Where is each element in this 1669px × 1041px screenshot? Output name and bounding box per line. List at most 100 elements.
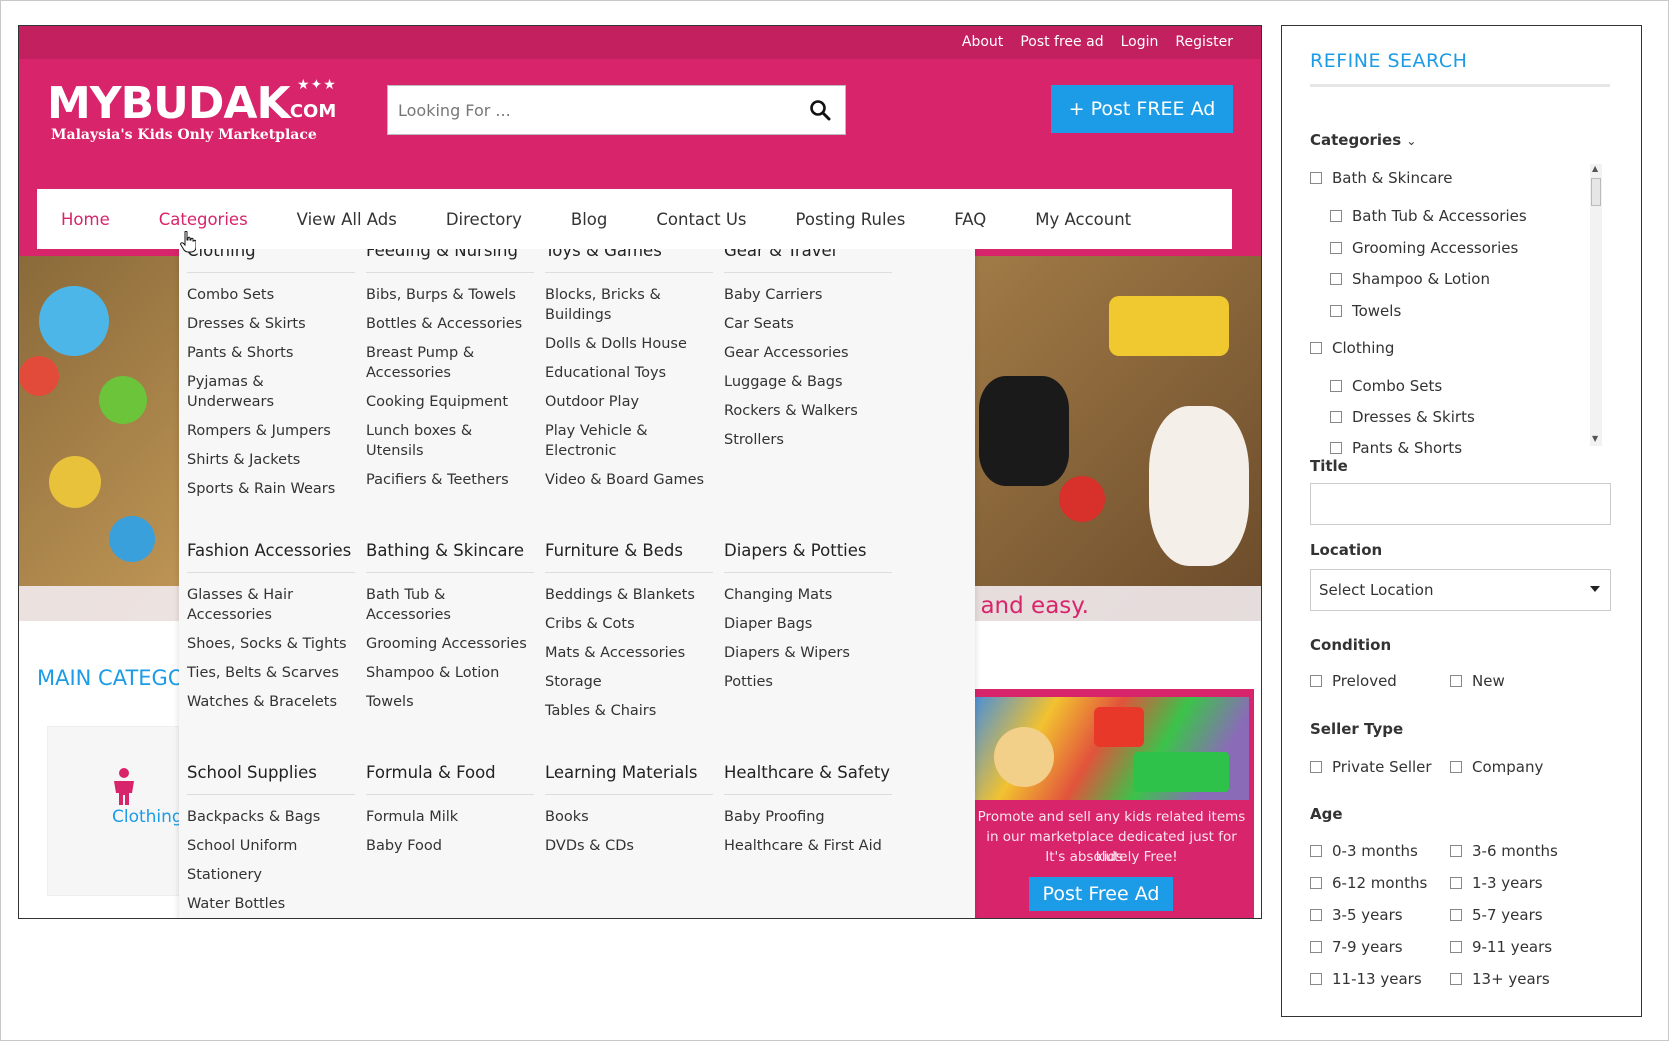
menu-item[interactable]: Pacifiers & Teethers	[366, 470, 534, 490]
title-input[interactable]	[1310, 483, 1611, 525]
search-input[interactable]	[388, 86, 788, 134]
checkbox[interactable]	[1450, 973, 1462, 985]
menu-item[interactable]: Play Vehicle & Electronic	[545, 421, 713, 461]
checkbox[interactable]	[1310, 172, 1322, 184]
search-icon[interactable]	[809, 99, 831, 121]
top-link-login[interactable]: Login	[1121, 34, 1159, 50]
menu-item[interactable]: DVDs & CDs	[545, 836, 713, 856]
menu-heading[interactable]: Learning Materials	[545, 763, 713, 795]
category-checkbox[interactable]: Bath & Skincare	[1310, 169, 1453, 187]
menu-item[interactable]: Glasses & Hair Accessories	[187, 585, 355, 625]
menu-item[interactable]: Baby Food	[366, 836, 534, 856]
age-checkbox[interactable]: 6-12 months	[1310, 874, 1427, 892]
checkbox[interactable]	[1450, 761, 1462, 773]
menu-item[interactable]: Bath Tub & Accessories	[366, 585, 534, 625]
menu-item[interactable]: Baby Carriers	[724, 285, 892, 305]
menu-item[interactable]: Potties	[724, 672, 892, 692]
age-checkbox[interactable]: 13+ years	[1450, 970, 1550, 988]
nav-view-all-ads[interactable]: View All Ads	[297, 210, 397, 229]
menu-item[interactable]: Bibs, Burps & Towels	[366, 285, 534, 305]
top-link-register[interactable]: Register	[1175, 34, 1233, 50]
menu-item[interactable]: Breast Pump & Accessories	[366, 343, 534, 383]
scrollbar-thumb[interactable]	[1591, 178, 1601, 206]
menu-item[interactable]: Diapers & Wipers	[724, 643, 892, 663]
menu-item[interactable]: School Uniform	[187, 836, 355, 856]
age-checkbox[interactable]: 0-3 months	[1310, 842, 1418, 860]
menu-item[interactable]: Books	[545, 807, 713, 827]
menu-item[interactable]: Sports & Rain Wears	[187, 479, 355, 499]
menu-item[interactable]: Healthcare & First Aid	[724, 836, 892, 856]
promo-post-free-ad-button[interactable]: Post Free Ad	[1029, 877, 1173, 911]
location-select[interactable]: Select Location	[1310, 569, 1611, 611]
checkbox[interactable]	[1330, 305, 1342, 317]
menu-item[interactable]: Water Bottles	[187, 894, 355, 914]
menu-item[interactable]: Gear Accessories	[724, 343, 892, 363]
category-checkbox[interactable]: Shampoo & Lotion	[1330, 270, 1490, 288]
category-checkbox[interactable]: Towels	[1330, 302, 1401, 320]
menu-item[interactable]: Strollers	[724, 430, 892, 450]
checkbox[interactable]	[1450, 941, 1462, 953]
menu-item[interactable]: Dolls & Dolls House	[545, 334, 713, 354]
checkbox[interactable]	[1330, 242, 1342, 254]
menu-item[interactable]: Combo Sets	[187, 285, 355, 305]
age-checkbox[interactable]: 1-3 years	[1450, 874, 1543, 892]
menu-item[interactable]: Mats & Accessories	[545, 643, 713, 663]
scroll-up-icon[interactable]: ▲	[1592, 164, 1598, 173]
age-checkbox[interactable]: 9-11 years	[1450, 938, 1552, 956]
menu-item[interactable]: Towels	[366, 692, 534, 712]
nav-contact-us[interactable]: Contact Us	[656, 210, 746, 229]
menu-item[interactable]: Cooking Equipment	[366, 392, 534, 412]
menu-item[interactable]: Pyjamas & Underwears	[187, 372, 355, 412]
nav-categories[interactable]: Categories	[159, 210, 248, 229]
menu-heading[interactable]: Formula & Food	[366, 763, 534, 795]
checkbox[interactable]	[1310, 909, 1322, 921]
menu-item[interactable]: Video & Board Games	[545, 470, 713, 490]
menu-item[interactable]: Ties, Belts & Scarves	[187, 663, 355, 683]
nav-directory[interactable]: Directory	[446, 210, 522, 229]
categories-label[interactable]: Categories ⌄	[1310, 131, 1416, 149]
nav-blog[interactable]: Blog	[571, 210, 607, 229]
seller-checkbox-company[interactable]: Company	[1450, 758, 1543, 776]
menu-item[interactable]: Rompers & Jumpers	[187, 421, 355, 441]
checkbox[interactable]	[1310, 941, 1322, 953]
checkbox[interactable]	[1310, 761, 1322, 773]
condition-checkbox-new[interactable]: New	[1450, 672, 1505, 690]
menu-heading[interactable]: Furniture & Beds	[545, 541, 713, 573]
menu-item[interactable]: Dresses & Skirts	[187, 314, 355, 334]
menu-item[interactable]: Shampoo & Lotion	[366, 663, 534, 683]
menu-item[interactable]: Storage	[545, 672, 713, 692]
checkbox[interactable]	[1450, 877, 1462, 889]
checkbox[interactable]	[1310, 877, 1322, 889]
menu-item[interactable]: Lunch boxes & Utensils	[366, 421, 534, 461]
menu-item[interactable]: Bottles & Accessories	[366, 314, 534, 334]
post-free-ad-button[interactable]: + Post FREE Ad	[1051, 85, 1233, 133]
menu-item[interactable]: Luggage & Bags	[724, 372, 892, 392]
category-checkbox[interactable]: Combo Sets	[1330, 377, 1442, 395]
age-checkbox[interactable]: 3-5 years	[1310, 906, 1403, 924]
category-checkbox[interactable]: Pants & Shorts	[1330, 439, 1462, 457]
menu-item[interactable]: Rockers & Walkers	[724, 401, 892, 421]
menu-item[interactable]: Grooming Accessories	[366, 634, 534, 654]
checkbox[interactable]	[1450, 909, 1462, 921]
nav-my-account[interactable]: My Account	[1035, 210, 1131, 229]
nav-posting-rules[interactable]: Posting Rules	[796, 210, 906, 229]
checkbox[interactable]	[1310, 973, 1322, 985]
nav-faq[interactable]: FAQ	[954, 210, 986, 229]
age-checkbox[interactable]: 7-9 years	[1310, 938, 1403, 956]
checkbox[interactable]	[1330, 411, 1342, 423]
menu-heading[interactable]: Diapers & Potties	[724, 541, 892, 573]
age-checkbox[interactable]: 5-7 years	[1450, 906, 1543, 924]
menu-heading[interactable]: Bathing & Skincare	[366, 541, 534, 573]
checkbox[interactable]	[1450, 675, 1462, 687]
menu-item[interactable]: Baby Proofing	[724, 807, 892, 827]
category-scrollbar[interactable]: ▲ ▼	[1590, 164, 1602, 446]
checkbox[interactable]	[1310, 845, 1322, 857]
top-link-post-free-ad[interactable]: Post free ad	[1020, 34, 1103, 50]
site-logo[interactable]: MYBUDAK ★✦★ .COM Malaysia's Kids Only Ma…	[47, 77, 337, 151]
menu-item[interactable]: Pants & Shorts	[187, 343, 355, 363]
scroll-down-icon[interactable]: ▼	[1592, 434, 1598, 443]
category-checkbox[interactable]: Bath Tub & Accessories	[1330, 207, 1527, 225]
menu-item[interactable]: Blocks, Bricks & Buildings	[545, 285, 713, 325]
checkbox[interactable]	[1330, 210, 1342, 222]
top-link-about[interactable]: About	[962, 34, 1003, 50]
